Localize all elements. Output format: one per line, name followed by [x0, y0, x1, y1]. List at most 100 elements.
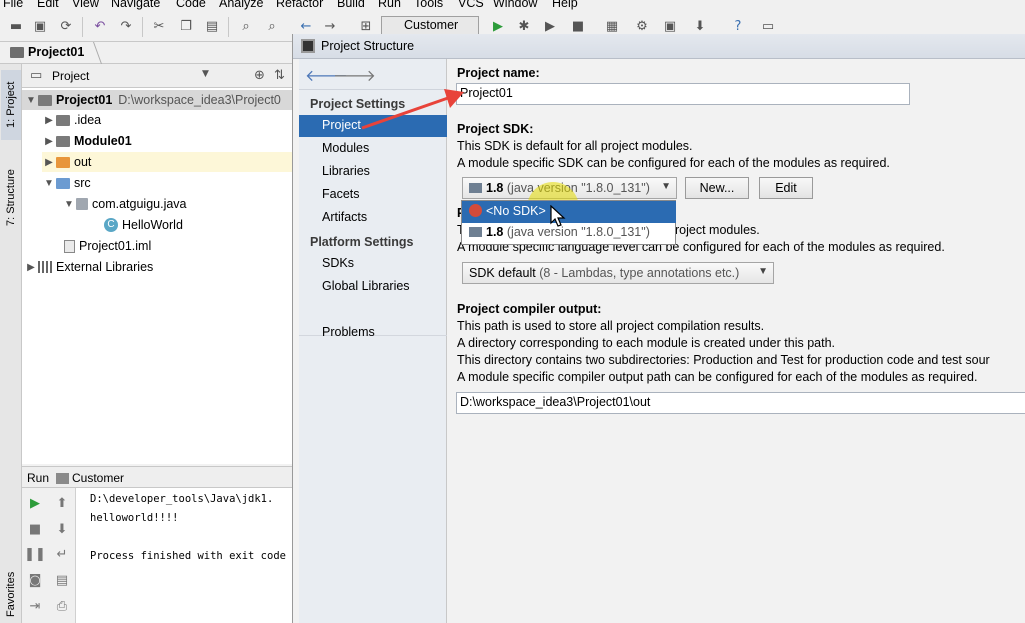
locate-icon[interactable]: ⊕	[254, 68, 265, 83]
console-line: D:\developer_tools\Java\jdk1.	[90, 493, 274, 505]
project-name-input[interactable]: Project01	[456, 83, 910, 105]
copy-icon[interactable]: ❐	[178, 18, 194, 34]
chevron-right-icon[interactable]: ▶	[42, 115, 56, 126]
tree-item-class[interactable]: C HelloWorld	[104, 215, 183, 235]
paste-icon[interactable]: ▤	[204, 18, 220, 34]
nav-item-sdks[interactable]: SDKs	[299, 253, 447, 275]
sdk-icon[interactable]: ⬇	[692, 18, 708, 34]
tree-item-src[interactable]: ▼ src	[42, 173, 91, 193]
menu-file[interactable]: File	[3, 0, 23, 10]
run-toolbar: ▶ ⬆ ■ ⬇ ❚❚ ↵ ◙ ▤ ⇥ ⎙	[22, 488, 76, 623]
print-icon[interactable]: ⎙	[54, 598, 70, 614]
tree-item-iml[interactable]: Project01.iml	[64, 236, 151, 256]
nav-item-global-libraries[interactable]: Global Libraries	[299, 276, 447, 298]
chevron-right-icon[interactable]: ▶	[42, 136, 56, 147]
nav-item-problems[interactable]: Problems	[299, 322, 447, 344]
cut-icon[interactable]: ✂	[151, 18, 167, 34]
compiler-output-input[interactable]: D:\workspace_idea3\Project01\out	[456, 392, 1025, 414]
edit-sdk-button[interactable]: Edit	[759, 177, 813, 199]
settings-icon[interactable]: ⚙	[634, 18, 650, 34]
menu-edit[interactable]: Edit	[37, 0, 59, 10]
sdk-option-no-sdk[interactable]: <No SDK>	[462, 201, 676, 223]
help-icon[interactable]: ?	[730, 18, 746, 34]
nav-item-facets[interactable]: Facets	[299, 184, 447, 206]
undo-icon[interactable]: ↶	[92, 18, 108, 34]
menu-view[interactable]: View	[72, 0, 99, 10]
tab-project[interactable]: 1: Project	[1, 70, 21, 140]
menu-vcs[interactable]: VCS	[458, 0, 484, 10]
tree-item-external-libraries[interactable]: ▶ External Libraries	[22, 257, 153, 277]
tab-favorites[interactable]: Favorites	[1, 564, 21, 623]
run-config-label[interactable]: Customer	[72, 471, 124, 485]
nav-item-artifacts[interactable]: Artifacts	[299, 207, 447, 229]
menu-build[interactable]: Build	[337, 0, 365, 10]
tab-structure[interactable]: 7: Structure	[1, 156, 21, 240]
exit-icon[interactable]: ⇥	[27, 598, 43, 614]
tree-item-package[interactable]: ▼ com.atguigu.java	[62, 194, 186, 214]
breadcrumb-project[interactable]: Project01	[28, 45, 84, 59]
redo-icon[interactable]: ↷	[118, 18, 134, 34]
stop-icon[interactable]: ■	[27, 521, 43, 537]
sdk-description: A module specific SDK can be configured …	[457, 156, 890, 170]
sync-icon[interactable]: ⟳	[58, 18, 74, 34]
run-console[interactable]: D:\developer_tools\Java\jdk1. helloworld…	[76, 488, 292, 623]
forward-arrow-icon[interactable]: 🡒	[333, 65, 376, 85]
forward-icon[interactable]: →	[322, 18, 338, 34]
replace-icon[interactable]: ⌕	[264, 18, 280, 34]
tree-item-module[interactable]: ▶ Module01	[42, 131, 132, 151]
jvm-icon[interactable]: ▭	[760, 18, 776, 34]
menu-window[interactable]: Window	[493, 0, 537, 10]
tree-item-idea[interactable]: ▶ .idea	[42, 110, 101, 130]
chevron-down-icon[interactable]: ▼	[62, 199, 76, 210]
chevron-right-icon[interactable]: ▶	[42, 157, 56, 168]
project-view-label[interactable]: Project	[52, 69, 89, 83]
pause-icon[interactable]: ❚❚	[24, 546, 46, 562]
export-icon[interactable]: ▤	[54, 572, 70, 588]
menu-help[interactable]: Help	[552, 0, 578, 10]
coverage-icon[interactable]: ▶	[542, 18, 558, 34]
camera-icon[interactable]: ◙	[27, 572, 43, 588]
back-icon[interactable]: ←	[298, 18, 314, 34]
tree-item-out[interactable]: ▶ out	[42, 152, 292, 172]
run-config-selector[interactable]: Customer	[381, 16, 479, 35]
module-icon	[56, 135, 70, 147]
menu-run[interactable]: Run	[378, 0, 401, 10]
stop-icon[interactable]: ■	[570, 18, 586, 34]
chevron-down-icon[interactable]: ▼	[24, 95, 38, 106]
debug-icon[interactable]: ✱	[516, 18, 532, 34]
menu-analyze[interactable]: Analyze	[219, 0, 263, 10]
run-tab-label[interactable]: Run	[27, 471, 49, 485]
toolbar-separator	[228, 17, 229, 37]
scroll-up-icon[interactable]: ⬆	[54, 495, 70, 511]
tree-item-root[interactable]: ▼ Project01 D:\workspace_idea3\Project0	[22, 90, 292, 110]
class-icon: C	[104, 218, 118, 232]
soft-wrap-icon[interactable]: ↵	[54, 546, 70, 562]
save-icon[interactable]: ▣	[32, 18, 48, 34]
file-icon	[64, 239, 75, 253]
menu-tools[interactable]: Tools	[414, 0, 443, 10]
run-icon[interactable]: ▶	[490, 18, 506, 34]
tree-idea-label: .idea	[74, 113, 102, 127]
collapse-icon[interactable]: ⇅	[274, 68, 285, 83]
open-folder-icon[interactable]: ▬	[8, 18, 24, 34]
project-structure-icon[interactable]: ▣	[662, 18, 678, 34]
language-level-select[interactable]: SDK default (8 - Lambdas, type annotatio…	[462, 262, 774, 284]
menu-navigate[interactable]: Navigate	[111, 0, 160, 10]
scroll-down-icon[interactable]: ⬇	[54, 521, 70, 537]
vcs-icon[interactable]: ▦	[604, 18, 620, 34]
chevron-down-icon[interactable]: ▼	[202, 69, 209, 79]
chevron-down-icon[interactable]: ▼	[42, 178, 56, 189]
find-icon[interactable]: ⌕	[238, 18, 254, 34]
menu-bar: File Edit View Navigate Code Analyze Ref…	[0, 0, 1025, 11]
mouse-cursor-icon	[550, 205, 566, 227]
new-sdk-button[interactable]: New...	[685, 177, 749, 199]
menu-refactor[interactable]: Refactor	[276, 0, 323, 10]
sdk-option-jdk[interactable]: 1.8 (java version "1.8.0_131")	[462, 222, 676, 244]
build-icon[interactable]: ⊞	[358, 18, 374, 34]
chevron-right-icon[interactable]: ▶	[24, 262, 38, 273]
nav-item-modules[interactable]: Modules	[299, 138, 447, 160]
nav-item-libraries[interactable]: Libraries	[299, 161, 447, 183]
menu-code[interactable]: Code	[176, 0, 206, 10]
intellij-icon	[301, 39, 315, 53]
rerun-icon[interactable]: ▶	[27, 495, 43, 511]
